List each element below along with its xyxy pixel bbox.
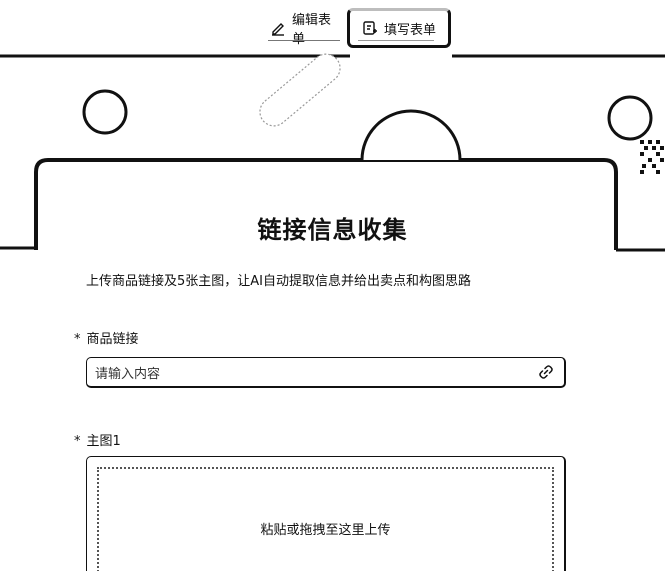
tab-fill-underline [358, 40, 434, 41]
form-page: 编辑表单 填写表单 链接信息收集 上传商品链接及5张主图，让AI自动提取信息并给… [0, 0, 665, 571]
required-asterisk: * [74, 434, 81, 449]
main-image-1-label-text: 主图1 [86, 434, 121, 449]
tab-fill-form[interactable]: 填写表单 [347, 8, 451, 48]
product-link-field-label: * 商品链接 [74, 328, 139, 347]
link-icon [538, 364, 554, 380]
main-image-1-upload-area[interactable]: 粘贴或拖拽至这里上传 [86, 456, 566, 571]
upload-hint-text: 粘贴或拖拽至这里上传 [260, 523, 391, 538]
fill-form-icon [362, 20, 378, 36]
form-description: 上传商品链接及5张主图，让AI自动提取信息并给出卖点和构图思路 [86, 274, 471, 289]
product-link-input[interactable]: 请输入内容 [86, 357, 566, 388]
form-title: 链接信息收集 [257, 216, 408, 244]
tab-fill-label: 填写表单 [383, 22, 436, 38]
required-asterisk: * [74, 332, 81, 347]
upload-dropzone-border: 粘贴或拖拽至这里上传 [97, 467, 554, 571]
product-link-placeholder: 请输入内容 [95, 366, 161, 382]
product-link-label-text: 商品链接 [86, 332, 139, 347]
main-image-1-field-label: * 主图1 [74, 430, 121, 449]
